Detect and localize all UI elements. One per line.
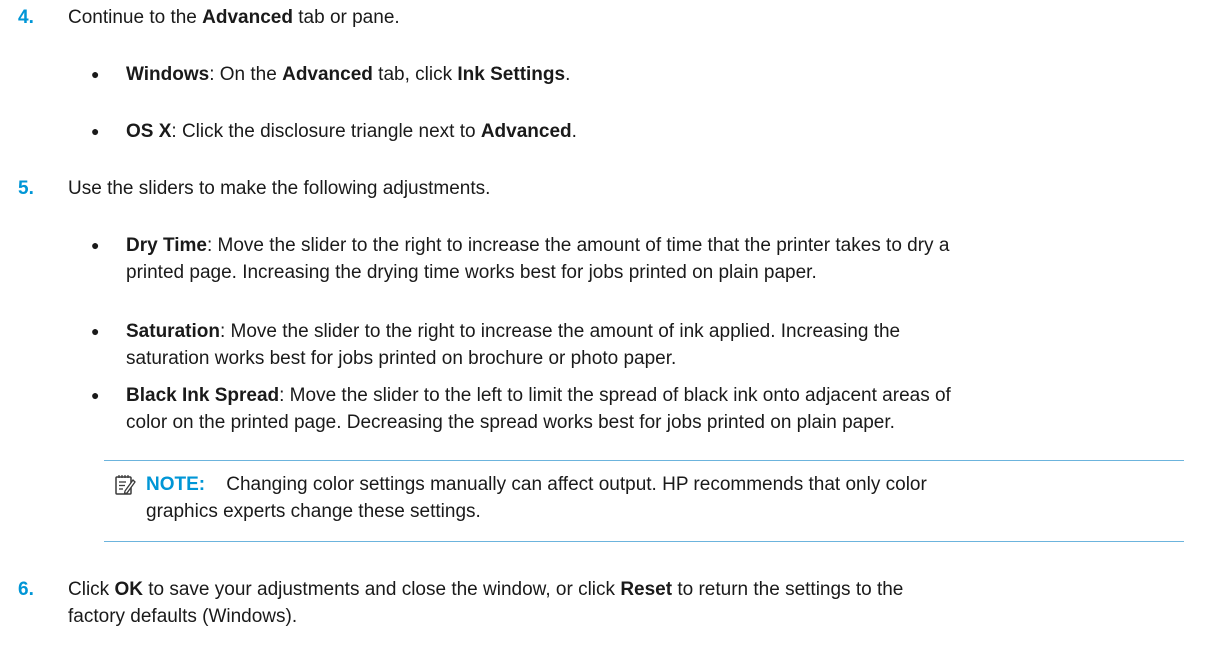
- bullet-dot: ●: [91, 237, 100, 253]
- step-number: 6.: [18, 579, 34, 600]
- bullet-dot: ●: [91, 387, 100, 403]
- step-number: 5.: [18, 178, 34, 199]
- bullet-text: Saturation: Move the slider to the right…: [126, 321, 901, 369]
- note-icon: [115, 475, 136, 495]
- step-text: Click OK to save your adjustments and cl…: [68, 579, 904, 627]
- step-text: Continue to the Advanced tab or pane.: [68, 7, 400, 28]
- bullet-dot: ●: [91, 66, 100, 82]
- note-label: NOTE:: [146, 474, 206, 495]
- step-number: 4.: [18, 7, 34, 28]
- note-text: NOTE: Changing color settings manually c…: [146, 474, 927, 522]
- bullet-text: Windows: On the Advanced tab, click Ink …: [126, 64, 571, 85]
- bullet-text: Black Ink Spread: Move the slider to the…: [126, 385, 951, 433]
- bullet-text: Dry Time: Move the slider to the right t…: [126, 235, 950, 283]
- step-text: Use the sliders to make the following ad…: [68, 178, 491, 199]
- bullet-dot: ●: [91, 123, 100, 139]
- note-box: NOTE: Changing color settings manually c…: [104, 460, 1184, 542]
- bullet-dot: ●: [91, 323, 100, 339]
- bullet-text: OS X: Click the disclosure triangle next…: [126, 121, 577, 142]
